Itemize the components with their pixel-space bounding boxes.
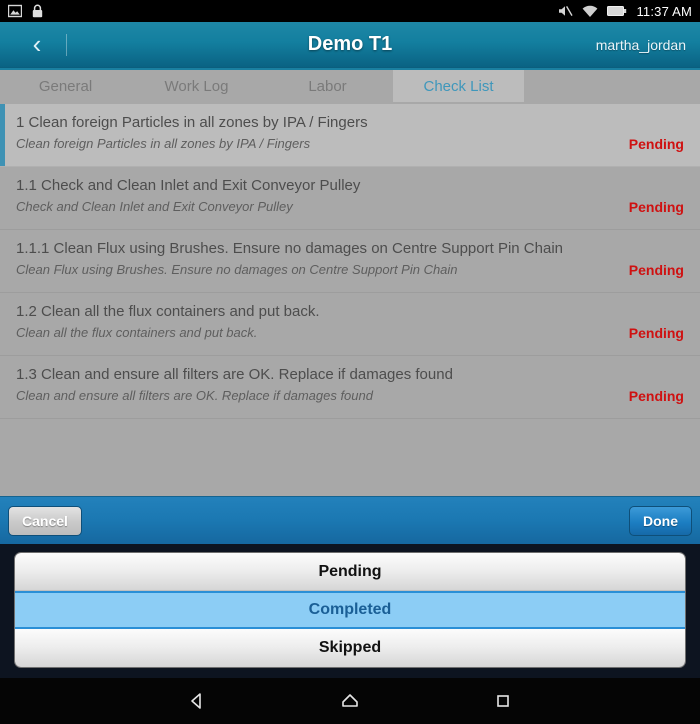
status-badge[interactable]: Pending [622, 199, 684, 215]
image-icon [7, 4, 23, 18]
row-text-group: 1 Clean foreign Particles in all zones b… [16, 113, 622, 153]
picker-option-skipped[interactable]: Skipped [15, 629, 685, 667]
tab-bar-filler [524, 70, 700, 104]
row-text-group: 1.2 Clean all the flux containers and pu… [16, 302, 622, 342]
table-row[interactable]: 1.1 Check and Clean Inlet and Exit Conve… [0, 167, 700, 230]
app-header: ‹ Demo T1 martha_jordan [0, 22, 700, 68]
checklist-item-description: Clean Flux using Brushes. Ensure no dama… [16, 262, 458, 277]
recents-nav-icon[interactable] [481, 679, 525, 723]
row-text-group: 1.1 Check and Clean Inlet and Exit Conve… [16, 176, 622, 216]
table-row[interactable]: 1.1.1 Clean Flux using Brushes. Ensure n… [0, 230, 700, 293]
mute-icon [558, 4, 574, 18]
tab-work-log[interactable]: Work Log [131, 68, 262, 102]
checklist-list[interactable]: 1 Clean foreign Particles in all zones b… [0, 104, 700, 496]
status-badge[interactable]: Pending [622, 325, 684, 341]
status-badge[interactable]: Pending [622, 262, 684, 278]
back-nav-icon[interactable] [175, 679, 219, 723]
checklist-item-title: 1 Clean foreign Particles in all zones b… [16, 114, 368, 131]
status-bar-left-icons [7, 4, 43, 18]
tab-check-list[interactable]: Check List [393, 68, 524, 102]
picker-option-completed[interactable]: Completed [15, 591, 685, 629]
android-nav-bar [0, 678, 700, 724]
cancel-button[interactable]: Cancel [8, 505, 82, 536]
table-row[interactable]: 1 Clean foreign Particles in all zones b… [0, 104, 700, 167]
wifi-icon [582, 5, 598, 18]
android-screen: 11:37 AM ‹ Demo T1 martha_jordan General… [0, 0, 700, 724]
row-text-group: 1.3 Clean and ensure all filters are OK.… [16, 365, 622, 405]
checklist-item-title: 1.2 Clean all the flux containers and pu… [16, 303, 320, 320]
tab-labor[interactable]: Labor [262, 68, 393, 102]
tab-general[interactable]: General [0, 68, 131, 102]
header-divider [66, 33, 67, 56]
table-row[interactable]: 1.3 Clean and ensure all filters are OK.… [0, 356, 700, 419]
checklist-item-description: Check and Clean Inlet and Exit Conveyor … [16, 199, 293, 214]
checklist-item-title: 1.1 Check and Clean Inlet and Exit Conve… [16, 177, 361, 194]
done-button[interactable]: Done [629, 505, 692, 536]
checklist-item-title: 1.1.1 Clean Flux using Brushes. Ensure n… [16, 240, 563, 257]
table-row[interactable]: 1.2 Clean all the flux containers and pu… [0, 293, 700, 356]
checklist-empty-area [0, 419, 700, 496]
row-text-group: 1.1.1 Clean Flux using Brushes. Ensure n… [16, 239, 622, 279]
status-picker-panel: Pending Completed Skipped [0, 544, 700, 678]
home-nav-icon[interactable] [328, 679, 372, 723]
picker-option-pending[interactable]: Pending [15, 553, 685, 591]
status-badge[interactable]: Pending [622, 388, 684, 404]
lock-icon [32, 4, 43, 18]
checklist-item-description: Clean foreign Particles in all zones by … [16, 136, 311, 151]
back-button[interactable]: ‹ [24, 25, 50, 65]
checklist-item-title: 1.3 Clean and ensure all filters are OK.… [16, 366, 453, 383]
status-badge[interactable]: Pending [622, 136, 684, 152]
status-picker-list[interactable]: Pending Completed Skipped [14, 552, 686, 668]
picker-action-bar: Cancel Done [0, 496, 700, 544]
checklist-item-description: Clean and ensure all filters are OK. Rep… [16, 388, 373, 403]
checklist-item-description: Clean all the flux containers and put ba… [16, 325, 258, 340]
status-bar-right-icons: 11:37 AM [558, 4, 692, 19]
current-user-label[interactable]: martha_jordan [596, 37, 686, 53]
status-bar: 11:37 AM [0, 0, 700, 22]
status-bar-clock: 11:37 AM [636, 3, 692, 19]
tab-bar: General Work Log Labor Check List [0, 68, 700, 104]
battery-icon [607, 5, 627, 17]
